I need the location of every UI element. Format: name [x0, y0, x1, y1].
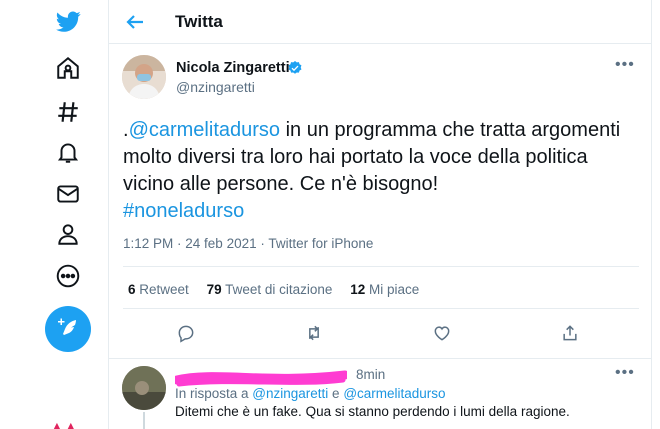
- meta-separator: ·: [256, 236, 269, 251]
- retweet-icon[interactable]: [299, 318, 329, 348]
- compose-tweet-button[interactable]: [45, 306, 91, 352]
- back-arrow-icon[interactable]: [123, 10, 147, 34]
- page-header: Twitta: [109, 0, 651, 44]
- home-icon[interactable]: [50, 50, 86, 86]
- likes-label: Mi piace: [369, 282, 420, 297]
- quotes-label: Tweet di citazione: [225, 282, 333, 297]
- likes-count: 12: [350, 282, 366, 297]
- thread-line: [143, 412, 145, 429]
- feather-plus-icon: [58, 318, 76, 335]
- redacted-reply-name: [172, 366, 350, 388]
- messages-envelope-icon[interactable]: [50, 176, 86, 212]
- tweet-source[interactable]: Twitter for iPhone: [268, 236, 373, 251]
- divider: [109, 358, 651, 359]
- divider: [123, 266, 639, 267]
- reply-context-and: e: [328, 386, 344, 401]
- quotes-count: 79: [206, 282, 222, 297]
- explore-hashtag-icon[interactable]: [50, 94, 86, 130]
- main-column: Twitta Nicola Zingaretti @nzingaretti ••…: [108, 0, 652, 429]
- verified-badge-icon: [287, 60, 303, 76]
- tweet-mention-link[interactable]: @carmelitadurso: [129, 119, 280, 141]
- left-nav: ▲▲: [0, 0, 108, 429]
- likes-stat[interactable]: 12 Mi piace: [350, 282, 419, 297]
- tweet-stats: 6 Retweet 79 Tweet di citazione 12 Mi pi…: [128, 282, 433, 297]
- reply-text: Ditemi che è un fake. Qua si stanno perd…: [175, 404, 570, 419]
- tweet-meta: 1:12 PM · 24 feb 2021 · Twitter for iPho…: [123, 236, 373, 251]
- quotes-stat[interactable]: 79 Tweet di citazione: [207, 282, 333, 297]
- author-name[interactable]: Nicola Zingaretti: [176, 60, 290, 76]
- divider: [123, 308, 639, 309]
- reply-icon[interactable]: [171, 318, 201, 348]
- author-handle[interactable]: @nzingaretti: [176, 79, 255, 95]
- tweet-more-options-icon[interactable]: •••: [615, 57, 635, 74]
- reply-context-prefix: In risposta a: [175, 386, 253, 401]
- notifications-bell-icon[interactable]: [50, 134, 86, 170]
- profile-person-icon[interactable]: [50, 216, 86, 252]
- partial-red-mark: ▲▲: [50, 422, 86, 429]
- reply-context-user1[interactable]: @nzingaretti: [252, 386, 328, 401]
- reply-time[interactable]: 8min: [356, 367, 385, 382]
- retweets-count: 6: [128, 282, 136, 297]
- tweet-hashtag-link[interactable]: #noneladurso: [123, 200, 244, 222]
- share-icon[interactable]: [555, 318, 585, 348]
- like-heart-icon[interactable]: [427, 318, 457, 348]
- reply-avatar[interactable]: [122, 366, 166, 410]
- tweet-time[interactable]: 1:12 PM: [123, 236, 173, 251]
- reply-context-user2[interactable]: @carmelitadurso: [343, 386, 445, 401]
- retweets-label: Retweet: [139, 282, 189, 297]
- more-circle-icon[interactable]: [50, 258, 86, 294]
- author-avatar[interactable]: [122, 55, 166, 99]
- tweet-text: .@carmelitadurso in un programma che tra…: [123, 117, 643, 225]
- tweet-date[interactable]: 24 feb 2021: [185, 236, 256, 251]
- tweet-actions: [109, 318, 651, 348]
- meta-separator: ·: [173, 236, 186, 251]
- reply-context: In risposta a @nzingaretti e @carmelitad…: [175, 386, 446, 401]
- reply-more-options-icon[interactable]: •••: [615, 365, 635, 382]
- retweets-stat[interactable]: 6 Retweet: [128, 282, 189, 297]
- page-title: Twitta: [175, 12, 223, 31]
- twitter-logo-icon[interactable]: [50, 4, 86, 40]
